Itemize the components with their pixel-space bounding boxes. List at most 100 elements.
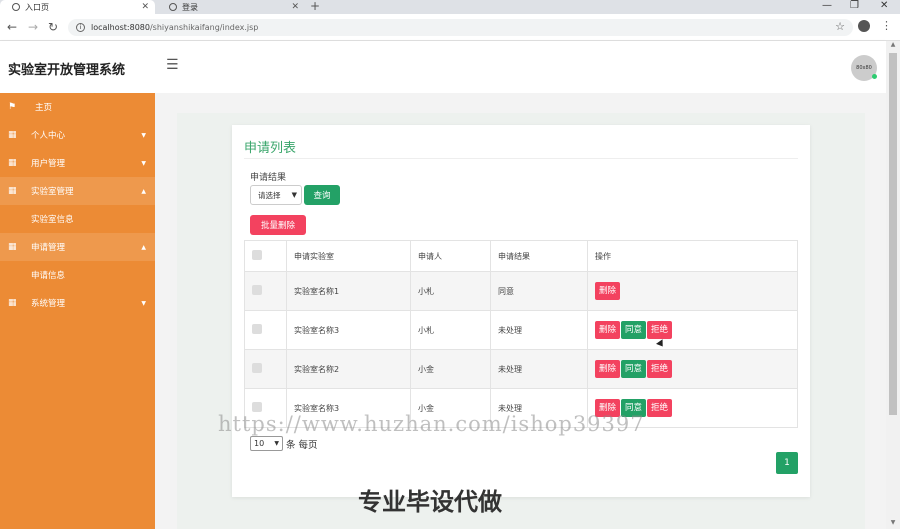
page-size-select[interactable]: 10 ▼ [250, 436, 283, 451]
sidebar-item-label: 申请信息 [31, 271, 66, 281]
sidebar-item-system-management[interactable]: ▦ 系统管理 ▼ [0, 289, 155, 317]
caret-down-icon: ▼ [141, 131, 146, 139]
reject-button[interactable]: 拒绝 [647, 360, 673, 378]
query-button[interactable]: 查询 [304, 185, 340, 205]
sidebar-item-label: 实验室信息 [31, 215, 74, 225]
close-icon[interactable]: ✕ [291, 2, 299, 12]
row-checkbox[interactable] [252, 402, 262, 412]
close-icon[interactable]: ✕ [141, 2, 149, 12]
select-all-cell[interactable] [244, 240, 287, 272]
profile-icon[interactable] [858, 20, 870, 32]
forward-icon[interactable]: → [28, 20, 38, 34]
star-icon[interactable]: ☆ [835, 20, 845, 33]
sidebar-item-label: 申请管理 [31, 243, 66, 253]
flag-icon: ⚑ [8, 102, 17, 112]
grid-icon: ▦ [8, 130, 17, 140]
minimize-icon[interactable]: — [822, 0, 832, 11]
browser-tab-login[interactable]: 登录 ✕ [157, 0, 305, 14]
lab-cell: 实验室名称1 [286, 271, 411, 311]
delete-button[interactable]: 删除 [595, 282, 621, 300]
approve-button[interactable]: 同意 [621, 321, 647, 339]
grid-icon: ▦ [8, 242, 17, 252]
application-list-card: 申请列表 申请结果 请选择 ▼ 查询 批量删除 申请实验室 申请人 申请结果 操… [232, 125, 810, 497]
column-header: 申请人 [410, 240, 491, 272]
sidebar-item-application-management[interactable]: ▦ 申请管理 ▲ [0, 233, 155, 261]
sidebar-item-label: 用户管理 [31, 159, 66, 169]
applicant-cell: 小札 [410, 271, 491, 311]
page-size-suffix: 条 每页 [286, 440, 318, 451]
sidebar-item-lab-management[interactable]: ▦ 实验室管理 ▲ [0, 177, 155, 205]
sidebar-item-lab-info[interactable]: 实验室信息 [0, 205, 155, 233]
scroll-up-icon[interactable]: ▲ [886, 41, 900, 51]
page-size-value: 10 [254, 439, 265, 448]
lab-cell: 实验室名称3 [286, 310, 411, 350]
delete-button[interactable]: 删除 [595, 360, 621, 378]
column-header: 申请实验室 [286, 240, 411, 272]
sidebar-item-application-info[interactable]: 申请信息 [0, 261, 155, 289]
application-table: 申请实验室 申请人 申请结果 操作 实验室名称1 小札 同意 删除 实验室名称3… [244, 240, 798, 428]
reload-icon[interactable]: ↻ [48, 20, 58, 34]
sidebar-item-user-management[interactable]: ▦ 用户管理 ▼ [0, 149, 155, 177]
globe-icon [169, 3, 177, 11]
window-close-icon[interactable]: ✕ [880, 0, 888, 11]
result-cell: 未处理 [490, 310, 588, 350]
reject-button[interactable]: 拒绝 [647, 321, 673, 339]
column-header: 申请结果 [490, 240, 588, 272]
filter-label: 申请结果 [250, 173, 287, 183]
select-value: 请选择 [258, 190, 281, 200]
grid-icon: ▦ [8, 158, 17, 168]
batch-delete-button[interactable]: 批量删除 [250, 215, 306, 235]
sidebar-item-label: 主页 [35, 103, 53, 113]
hamburger-icon[interactable]: ☰ [166, 57, 179, 73]
browser-tabstrip: 入口页 ✕ 登录 ✕ + — ❐ ✕ [0, 0, 900, 14]
browser-tab-index[interactable]: 入口页 ✕ [0, 0, 155, 14]
info-icon[interactable]: i [76, 23, 85, 32]
sidebar-item-personal-center[interactable]: ▦ 个人中心 ▼ [0, 121, 155, 149]
pagination-page-1[interactable]: 1 [776, 452, 798, 474]
table-row: 实验室名称1 小札 同意 删除 [244, 271, 798, 311]
back-icon[interactable]: ← [7, 20, 17, 34]
result-cell: 未处理 [490, 349, 588, 389]
result-filter-select[interactable]: 请选择 ▼ [250, 185, 302, 205]
reject-button[interactable]: 拒绝 [647, 399, 673, 417]
row-checkbox[interactable] [252, 324, 262, 334]
new-tab-icon[interactable]: + [310, 0, 320, 13]
url-path: /shiyanshikaifang/index.jsp [149, 23, 259, 32]
applicant-cell: 小金 [410, 349, 491, 389]
approve-button[interactable]: 同意 [621, 360, 647, 378]
scroll-down-icon[interactable]: ▼ [886, 519, 900, 529]
tab-label: 登录 [182, 2, 198, 12]
caret-down-icon: ▼ [141, 159, 146, 167]
sidebar-item-label: 实验室管理 [31, 187, 74, 197]
table-header-row: 申请实验室 申请人 申请结果 操作 [244, 240, 798, 272]
sidebar-item-home[interactable]: ⚑ 主页 [0, 93, 155, 121]
grid-icon: ▦ [8, 298, 17, 308]
chevron-down-icon: ▼ [291, 191, 297, 199]
row-checkbox[interactable] [252, 285, 262, 295]
row-checkbox[interactable] [252, 363, 262, 373]
tab-label: 入口页 [25, 2, 49, 12]
delete-button[interactable]: 删除 [595, 321, 621, 339]
actions-cell: 删除 同意 拒绝 [587, 310, 798, 350]
caret-up-icon: ▲ [141, 243, 146, 251]
select-all-checkbox[interactable] [252, 250, 262, 260]
scroll-thumb[interactable] [889, 53, 897, 415]
url-host: localhost:8080 [91, 23, 150, 32]
page-scrollbar[interactable]: ▲ ▼ [886, 41, 900, 529]
sidebar-item-label: 系统管理 [31, 299, 66, 309]
restore-icon[interactable]: ❐ [850, 0, 859, 11]
table-row: 实验室名称2 小金 未处理 删除 同意 拒绝 [244, 349, 798, 389]
globe-icon [12, 3, 20, 11]
address-bar: ← → ↻ i localhost:8080/shiyanshikaifang/… [0, 14, 900, 41]
result-cell: 同意 [490, 271, 588, 311]
caret-up-icon: ▲ [141, 187, 146, 195]
url-field[interactable]: i localhost:8080/shiyanshikaifang/index.… [68, 19, 853, 36]
sidebar: ⚑ 主页 ▦ 个人中心 ▼ ▦ 用户管理 ▼ ▦ 实验室管理 ▲ 实验室信息 ▦… [0, 93, 155, 529]
kebab-menu-icon[interactable]: ⋮ [881, 19, 892, 32]
sidebar-item-label: 个人中心 [31, 131, 66, 141]
lab-cell: 实验室名称2 [286, 349, 411, 389]
divider [244, 158, 798, 159]
app-title: 实验室开放管理系统 [8, 63, 126, 78]
actions-cell: 删除 同意 拒绝 [587, 349, 798, 389]
watermark-text: 专业毕设代做 [358, 488, 502, 516]
